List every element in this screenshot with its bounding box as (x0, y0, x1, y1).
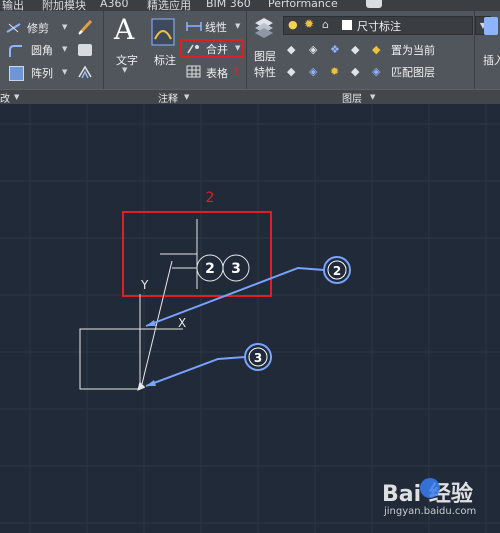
ribbon-panel-titles: 改 ▼ 注释 ▼ 图层 ▼ (0, 89, 500, 105)
tab-bim360[interactable]: BIM 360 (206, 0, 251, 10)
dimension-icon[interactable] (150, 17, 176, 47)
drawing-canvas[interactable]: 2 2 3 Y X 2 3 Bai 经验 jingyan.baidu.com (0, 104, 500, 533)
paw-icon (420, 478, 440, 498)
drawing-geometry: 2 2 3 Y X 2 3 (79, 190, 351, 391)
match-layer-icon: ◈ (372, 65, 381, 78)
set-current-icon: ◆ (372, 43, 381, 56)
offset-icon[interactable] (77, 64, 93, 80)
layer-properties-icon[interactable] (253, 15, 275, 39)
linear-button[interactable]: 线性 (205, 19, 227, 35)
layer-tool-icon[interactable]: ◈ (309, 65, 317, 78)
tab-addins[interactable]: 附加模块 (42, 0, 86, 11)
panel-expand-icon[interactable]: ▼ (184, 93, 189, 101)
trim-icon (6, 23, 21, 33)
ucs-y-label: Y (140, 278, 149, 292)
array-icon (9, 66, 24, 81)
step-marker-2: 2 (206, 190, 215, 206)
tab-output[interactable]: 输出 (2, 0, 24, 11)
tab-a360[interactable]: A360 (100, 0, 129, 10)
balloon-2-label: 2 (205, 261, 215, 277)
ucs-and-rectangle (79, 294, 183, 390)
array-dropdown-icon[interactable]: ▼ (62, 68, 67, 76)
leader-lines (160, 219, 198, 289)
layer-tool-icon[interactable]: ◆ (287, 43, 295, 56)
callout-arrowhead-2 (146, 320, 156, 326)
panel-title-modify: 改 (0, 94, 10, 105)
trim-button[interactable]: 修剪 (27, 20, 49, 36)
layer-tool-icon[interactable]: ◆ (287, 65, 295, 78)
camera-icon[interactable] (366, 0, 382, 8)
watermark-url: jingyan.baidu.com (384, 506, 477, 517)
lock-icon[interactable]: ⌂ (322, 18, 329, 31)
layer-properties-label: 特性 (254, 66, 276, 79)
lightbulb-icon[interactable]: ● (288, 18, 298, 31)
separator (474, 11, 475, 89)
layer-properties-button[interactable]: 图层 (254, 48, 276, 64)
callout-3-label: 3 (254, 351, 262, 365)
callout-2-label: 2 (333, 264, 341, 278)
array-button[interactable]: 阵列 (31, 65, 53, 81)
table-button[interactable]: 表格 (206, 65, 228, 81)
layer-tool-icon[interactable]: ◈ (309, 43, 317, 56)
panel-expand-icon[interactable]: ▼ (14, 93, 19, 101)
panel-title-layers: 图层 (342, 94, 362, 105)
ucs-x-label: X (178, 316, 186, 330)
callout-arrow-3 (145, 356, 246, 387)
sun-icon[interactable]: ✹ (304, 17, 314, 31)
tab-performance[interactable]: Performance (268, 0, 338, 10)
layer-tool-icon[interactable]: ✹ (330, 65, 339, 78)
step-marker-1: 1 (232, 65, 240, 79)
layer-color-swatch[interactable] (342, 20, 352, 30)
copy-icon[interactable] (78, 44, 92, 56)
linear-dropdown-icon[interactable]: ▼ (235, 22, 240, 30)
insert-button[interactable]: 插入 (483, 52, 500, 68)
watermark: Bai 经验 jingyan.baidu.com (382, 476, 498, 517)
table-icon (186, 65, 201, 78)
text-icon[interactable]: A (114, 13, 134, 46)
balloon-3-label: 3 (231, 261, 241, 277)
fillet-icon (9, 45, 22, 57)
linear-icon (186, 22, 202, 31)
layer-tool-icon[interactable]: ◆ (351, 43, 359, 56)
menu-tabs: 输出 附加模块 A360 精选应用 BIM 360 Performance (0, 0, 500, 11)
layer-combo[interactable]: ● ✹ ⌂ 尺寸标注 (283, 16, 473, 35)
separator (103, 11, 104, 89)
callout-arrowhead-3 (146, 380, 156, 386)
highlight-box-merge (180, 39, 244, 58)
tab-featured-apps[interactable]: 精选应用 (147, 0, 191, 11)
trim-dropdown-icon[interactable]: ▼ (62, 23, 67, 31)
text-dropdown-icon[interactable]: ▼ (122, 66, 127, 74)
fillet-button[interactable]: 圆角 (31, 42, 53, 58)
panel-expand-icon[interactable]: ▼ (370, 93, 375, 101)
separator (246, 11, 247, 89)
fillet-dropdown-icon[interactable]: ▼ (62, 45, 67, 53)
arrowhead (137, 381, 146, 391)
layer-tool-icon[interactable]: ◆ (351, 65, 359, 78)
erase-icon[interactable] (77, 18, 95, 36)
insert-icon[interactable] (484, 17, 498, 35)
set-current-button[interactable]: 置为当前 (391, 42, 435, 58)
autocad-window: 输出 附加模块 A360 精选应用 BIM 360 Performance 修剪… (0, 0, 500, 533)
current-layer-name: 尺寸标注 (357, 20, 401, 33)
match-layer-button[interactable]: 匹配图层 (391, 64, 435, 80)
layer-tool-icon[interactable]: ❖ (330, 43, 340, 56)
panel-title-annotation: 注释 (158, 94, 178, 105)
ribbon: 修剪 ▼ 圆角 ▼ 阵列 ▼ A 文字 ▼ 标注 线性 ▼ 合并 ▼ 1 表格 … (0, 11, 500, 105)
dimension-button[interactable]: 标注 (154, 52, 176, 68)
